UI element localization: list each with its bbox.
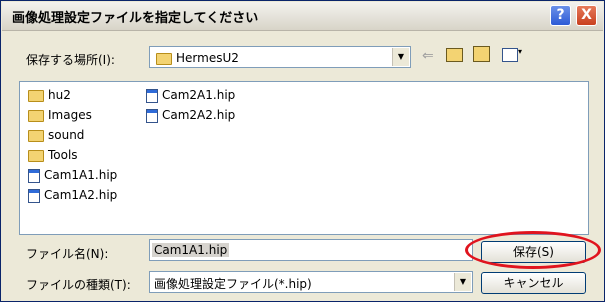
folder-icon — [28, 89, 44, 102]
save-file-dialog: 画像処理設定ファイルを指定してください ? X 保存する場所(I): Herme… — [0, 0, 605, 302]
list-item[interactable]: Cam1A1.hip — [28, 168, 117, 183]
dialog-title: 画像処理設定ファイルを指定してください — [12, 11, 259, 26]
list-item[interactable]: Images — [28, 108, 92, 122]
list-item[interactable]: sound — [28, 128, 84, 142]
help-button[interactable]: ? — [550, 5, 571, 26]
view-dropdown-icon[interactable]: ▾ — [518, 47, 522, 56]
save-location-combo[interactable]: HermesU2 ▼ — [149, 46, 411, 68]
list-item[interactable]: Cam1A2.hip — [28, 188, 117, 203]
hip-file-icon — [28, 188, 40, 203]
list-item[interactable]: Cam2A2.hip — [146, 108, 235, 123]
save-location-label: 保存する場所(I): — [26, 53, 115, 67]
new-folder-icon[interactable] — [473, 46, 490, 62]
folder-icon — [28, 109, 44, 122]
back-arrow-icon[interactable]: ⇐ — [422, 48, 434, 64]
folder-icon — [156, 52, 172, 65]
chevron-down-icon[interactable]: ▼ — [454, 273, 471, 291]
filetype-combo[interactable]: 画像処理設定ファイル(*.hip) ▼ — [149, 271, 473, 293]
filetype-label: ファイルの種類(T): — [26, 278, 131, 292]
location-value: HermesU2 — [176, 51, 239, 65]
list-item[interactable]: Tools — [28, 148, 78, 162]
cancel-button[interactable]: キャンセル — [481, 272, 586, 294]
list-item[interactable]: hu2 — [28, 88, 71, 102]
hip-file-icon — [146, 88, 158, 103]
filename-value: Cam1A1.hip — [152, 243, 230, 257]
close-button[interactable]: X — [576, 5, 597, 26]
chevron-down-icon[interactable]: ▼ — [392, 48, 409, 66]
folder-icon — [28, 129, 44, 142]
hip-file-icon — [146, 108, 158, 123]
filename-label: ファイル名(N): — [26, 247, 109, 261]
filetype-value: 画像処理設定ファイル(*.hip) — [154, 277, 312, 291]
highlight-ellipse — [465, 231, 601, 269]
up-folder-icon[interactable] — [446, 48, 463, 62]
filename-field[interactable]: Cam1A1.hip — [149, 239, 473, 261]
folder-icon — [28, 149, 44, 162]
view-menu-icon[interactable] — [502, 48, 518, 62]
hip-file-icon — [28, 168, 40, 183]
file-list[interactable]: hu2 Images sound Tools Cam1A1.hip Cam1A2… — [19, 81, 589, 235]
title-bar[interactable]: 画像処理設定ファイルを指定してください ? X — [2, 2, 603, 31]
list-item[interactable]: Cam2A1.hip — [146, 88, 235, 103]
